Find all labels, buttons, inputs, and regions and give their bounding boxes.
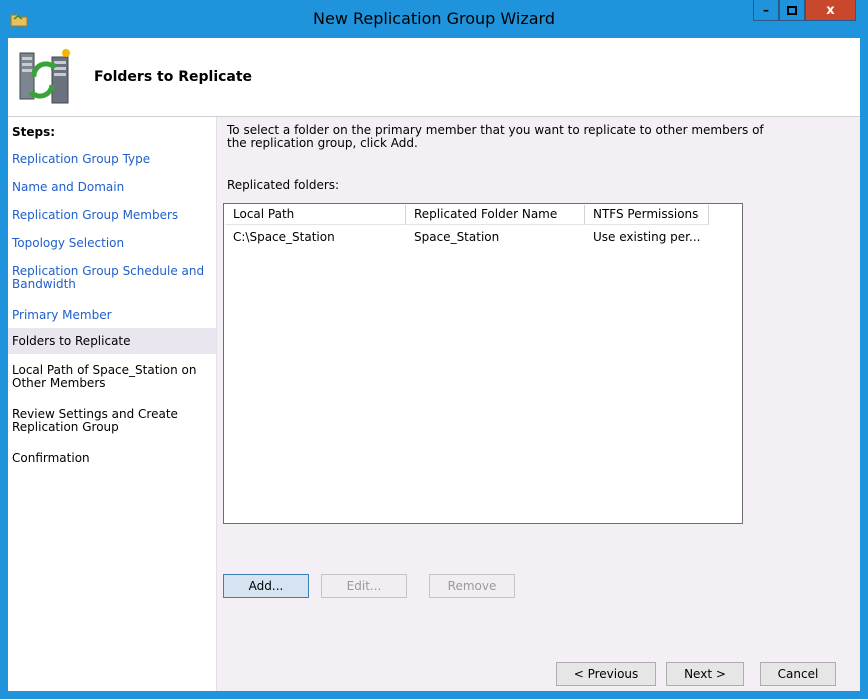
maximize-button[interactable] <box>779 0 805 21</box>
title-bar[interactable]: New Replication Group Wizard – x <box>0 0 868 38</box>
close-button[interactable]: x <box>805 0 856 21</box>
column-header-replicated-folder-name[interactable]: Replicated Folder Name <box>406 205 585 225</box>
add-button[interactable]: Add... <box>223 574 309 598</box>
step-folders-to-replicate: Folders to Replicate <box>8 328 216 354</box>
cell-replicated-folder-name: Space_Station <box>414 230 500 244</box>
step-confirmation: Confirmation <box>12 451 90 465</box>
remove-button[interactable]: Remove <box>429 574 515 598</box>
column-header-local-path[interactable]: Local Path <box>225 205 406 225</box>
step-local-path-other-members: Local Path of Space_Station on Other Mem… <box>12 363 197 390</box>
step-primary-member[interactable]: Primary Member <box>8 309 216 322</box>
minimize-icon: – <box>763 3 769 17</box>
step-schedule-and-bandwidth[interactable]: Replication Group Schedule and Bandwidth <box>8 265 208 291</box>
step-topology-selection[interactable]: Topology Selection <box>8 237 216 250</box>
steps-heading: Steps: <box>12 125 56 139</box>
column-header-ntfs-permissions[interactable]: NTFS Permissions <box>585 205 709 225</box>
cell-local-path: C:\Space_Station <box>233 230 335 244</box>
minimize-button[interactable]: – <box>753 0 779 21</box>
maximize-icon <box>787 5 797 15</box>
replicated-folders-list[interactable]: Local Path Replicated Folder Name NTFS P… <box>223 203 743 524</box>
previous-button[interactable]: < Previous <box>556 662 656 686</box>
wizard-window: New Replication Group Wizard – x Folders… <box>0 0 868 699</box>
page-title: Folders to Replicate <box>94 69 253 85</box>
window-title: New Replication Group Wizard <box>313 9 555 28</box>
step-name-and-domain[interactable]: Name and Domain <box>8 181 216 194</box>
server-replication-icon <box>19 49 70 104</box>
main-pane: To select a folder on the primary member… <box>217 117 860 691</box>
edit-button[interactable]: Edit... <box>321 574 407 598</box>
steps-pane: Steps: Replication Group Type Name and D… <box>8 117 217 691</box>
wizard-header: Folders to Replicate <box>8 38 860 117</box>
instructions-text: To select a folder on the primary member… <box>227 123 764 150</box>
step-review-settings: Review Settings and Create Replication G… <box>12 407 178 434</box>
replicated-folders-label: Replicated folders: <box>227 178 340 192</box>
cancel-button[interactable]: Cancel <box>760 662 836 686</box>
close-icon: x <box>826 2 835 18</box>
next-button[interactable]: Next > <box>666 662 744 686</box>
wizard-client-area: Folders to Replicate Steps: Replication … <box>8 38 860 691</box>
step-replication-group-type[interactable]: Replication Group Type <box>8 153 216 166</box>
cell-ntfs-permissions: Use existing per... <box>593 230 701 244</box>
step-replication-group-members[interactable]: Replication Group Members <box>8 209 216 222</box>
